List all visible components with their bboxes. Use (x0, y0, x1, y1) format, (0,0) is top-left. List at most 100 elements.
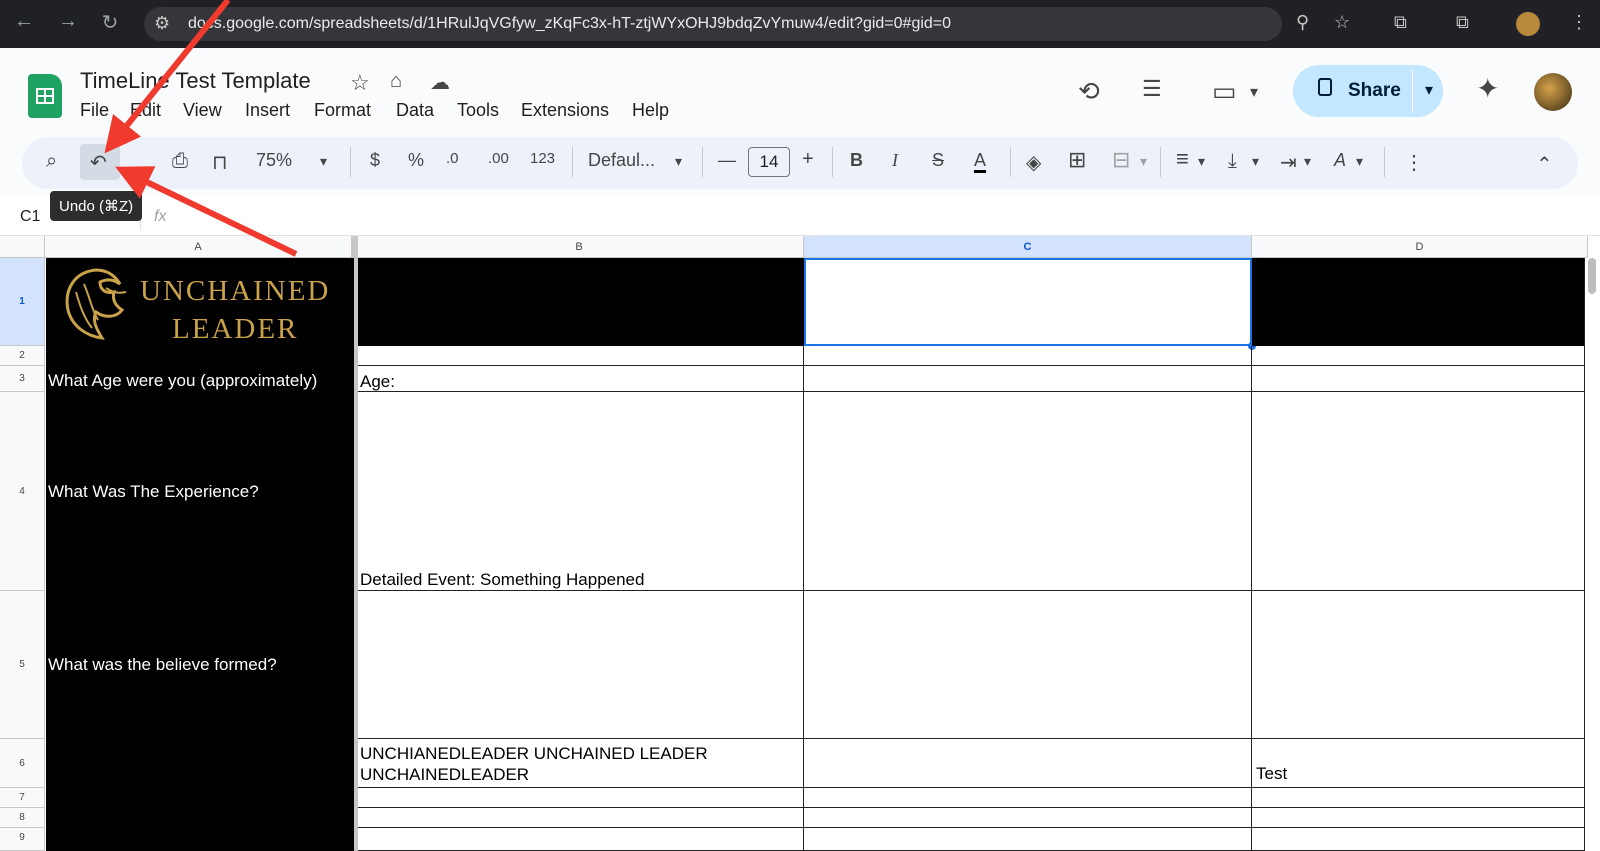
italic-button[interactable]: I (892, 150, 898, 171)
align-dropdown-icon[interactable]: ▾ (1198, 153, 1205, 170)
document-title[interactable]: TimeLine Test Template (80, 68, 311, 94)
back-icon[interactable]: ← (10, 10, 38, 33)
cloud-status-icon[interactable]: ☁ (430, 70, 450, 95)
strikethrough-button[interactable]: S (932, 150, 944, 171)
cell-b4[interactable]: Detailed Event: Something Happened (360, 570, 644, 590)
name-box[interactable]: C1 (20, 208, 40, 226)
menu-extensions[interactable]: Extensions (521, 100, 609, 121)
meet-icon[interactable]: ▭ (1212, 76, 1237, 107)
zoom-icon[interactable]: ⚲ (1296, 12, 1309, 33)
menu-view[interactable]: View (183, 100, 222, 121)
row-9[interactable] (358, 828, 1585, 851)
row-5[interactable] (358, 591, 1585, 739)
wrap-dropdown-icon[interactable]: ▾ (1304, 153, 1311, 170)
vertical-scrollbar[interactable] (1588, 258, 1596, 294)
text-rotation-icon[interactable]: A (1334, 150, 1346, 171)
menu-help[interactable]: Help (632, 100, 669, 121)
cell-a5[interactable]: What was the believe formed? (48, 655, 277, 675)
reload-icon[interactable]: ↻ (96, 10, 124, 35)
font-select[interactable]: Defaul... (588, 150, 655, 171)
row-header-4[interactable]: 4 (0, 392, 45, 591)
cell-a4[interactable]: What Was The Experience? (48, 482, 259, 502)
select-all-corner[interactable] (0, 236, 45, 258)
print-icon[interactable]: ⎙ (172, 150, 188, 173)
increase-decimal-button[interactable]: .00 (488, 150, 509, 167)
cell-b6[interactable]: UNCHIANEDLEADER UNCHAINED LEADER UNCHAIN… (360, 743, 708, 785)
percent-format-button[interactable]: % (408, 150, 424, 171)
row-header-5[interactable]: 5 (0, 591, 45, 739)
row-header-6[interactable]: 6 (0, 739, 45, 788)
zoom-dropdown-icon[interactable]: ▾ (320, 153, 327, 170)
menu-edit[interactable]: Edit (130, 100, 161, 121)
decrease-decimal-button[interactable]: .0 (446, 150, 459, 167)
menu-file[interactable]: File (80, 100, 109, 121)
browser-menu-icon[interactable]: ⋮ (1570, 12, 1588, 33)
account-avatar[interactable] (1534, 73, 1572, 111)
cell-b3[interactable]: Age: (360, 372, 395, 392)
cell-c1-selected[interactable] (804, 258, 1252, 346)
lock-icon (1318, 78, 1332, 96)
profile-avatar[interactable] (1516, 12, 1540, 36)
row-4[interactable] (358, 392, 1585, 591)
search-menus-icon[interactable]: ⌕ (46, 150, 57, 173)
menu-tools[interactable]: Tools (457, 100, 499, 121)
collapse-menus-icon[interactable]: ⌃ (1536, 152, 1553, 177)
rotation-dropdown-icon[interactable]: ▾ (1356, 153, 1363, 170)
font-dropdown-icon[interactable]: ▾ (675, 153, 682, 170)
text-color-button[interactable]: A (974, 150, 987, 173)
star-icon[interactable]: ☆ (350, 70, 370, 96)
currency-format-button[interactable]: $ (370, 150, 380, 171)
row-header-3[interactable]: 3 (0, 366, 45, 392)
move-folder-icon[interactable]: ⌂ (390, 70, 402, 93)
row-header-9[interactable]: 9 (0, 828, 45, 851)
extensions-icon[interactable]: ⧉ (1394, 12, 1407, 33)
column-header-c[interactable]: C (804, 236, 1252, 258)
more-formats-button[interactable]: 123 (530, 150, 555, 167)
borders-icon[interactable]: ⊞ (1068, 147, 1086, 173)
site-info-icon[interactable]: ⚙ (154, 13, 170, 34)
cell-a3[interactable]: What Age were you (approximately) (48, 371, 317, 391)
cell-b1[interactable] (358, 258, 804, 346)
col-c-d-border (1251, 346, 1252, 851)
forward-icon[interactable]: → (54, 10, 82, 33)
bookmark-star-icon[interactable]: ☆ (1334, 12, 1350, 33)
tab-search-icon[interactable]: ⧉ (1456, 12, 1469, 33)
row-header-1[interactable]: 1 (0, 258, 45, 346)
gemini-icon[interactable]: ✦ (1476, 72, 1499, 105)
sheets-logo-icon[interactable] (28, 74, 62, 118)
text-wrapping-icon[interactable]: ⇥ (1280, 150, 1297, 175)
vertical-align-icon[interactable]: ⤓ (1228, 150, 1237, 173)
cell-d1[interactable] (1252, 258, 1585, 346)
menu-data[interactable]: Data (396, 100, 434, 121)
url-text[interactable]: docs.google.com/spreadsheets/d/1HRulJqVG… (188, 15, 951, 33)
version-history-icon[interactable]: ⟲ (1078, 76, 1100, 107)
row-2[interactable] (358, 346, 1585, 366)
comments-icon[interactable]: ☰ (1142, 76, 1162, 102)
row-8[interactable] (358, 808, 1585, 828)
valign-dropdown-icon[interactable]: ▾ (1252, 153, 1259, 170)
column-header-b[interactable]: B (355, 236, 804, 258)
more-options-icon[interactable]: ⋮ (1404, 150, 1424, 175)
horizontal-align-icon[interactable]: ≡ (1176, 146, 1189, 172)
share-dropdown-icon[interactable]: ▾ (1425, 80, 1433, 100)
cell-d6[interactable]: Test (1256, 764, 1287, 784)
bold-button[interactable]: B (850, 150, 863, 171)
font-size-input[interactable]: 14 (748, 147, 790, 177)
row-7[interactable] (358, 788, 1585, 808)
row-header-8[interactable]: 8 (0, 808, 45, 828)
column-header-a[interactable]: A (45, 236, 355, 258)
cell-b6-line-1: UNCHIANEDLEADER UNCHAINED LEADER (360, 744, 708, 763)
menu-insert[interactable]: Insert (245, 100, 290, 121)
row-header-7[interactable]: 7 (0, 788, 45, 808)
fill-color-icon[interactable]: ◈ (1026, 150, 1041, 175)
menu-format[interactable]: Format (314, 100, 371, 121)
undo-icon[interactable]: ↶ (90, 150, 107, 175)
paint-format-icon[interactable]: ⊓ (212, 150, 228, 175)
row-header-2[interactable]: 2 (0, 346, 45, 366)
row-3[interactable] (358, 366, 1585, 392)
meet-dropdown-icon[interactable]: ▾ (1250, 82, 1258, 102)
zoom-select[interactable]: 75% (256, 150, 292, 171)
increase-font-size-button[interactable]: + (802, 148, 814, 171)
decrease-font-size-button[interactable]: — (718, 150, 736, 171)
column-header-d[interactable]: D (1252, 236, 1588, 258)
